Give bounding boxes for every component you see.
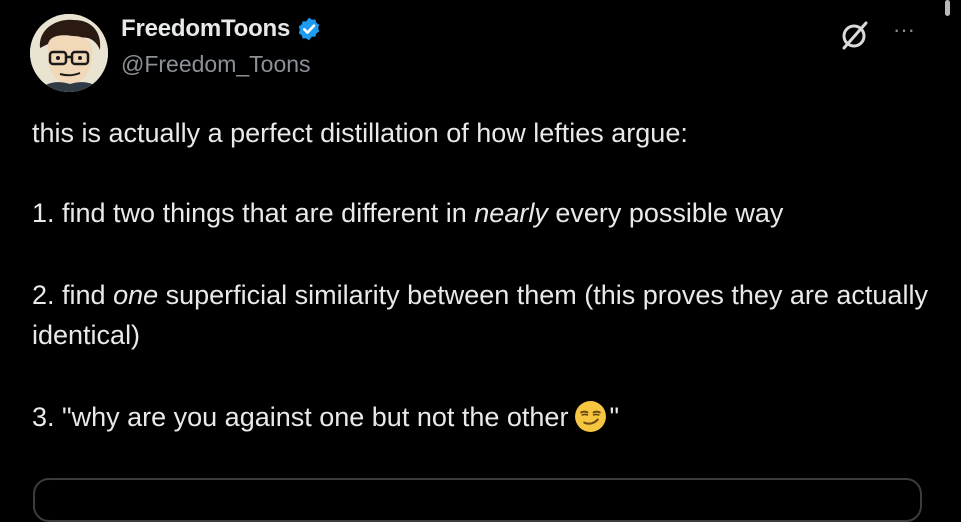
verified-badge-icon[interactable] bbox=[296, 16, 322, 42]
post-item-1-post: every possible way bbox=[547, 198, 784, 228]
post-item-2-emphasis: one bbox=[113, 280, 159, 310]
author-name-row: FreedomToons bbox=[121, 13, 322, 45]
cartoon-face-avatar-icon bbox=[30, 14, 108, 92]
post-card: FreedomToons @Freedom_Toons ··· this is … bbox=[0, 0, 961, 522]
smirking-face-emoji-icon bbox=[574, 400, 607, 433]
author-handle[interactable]: @Freedom_Toons bbox=[121, 51, 311, 78]
more-dots-icon[interactable]: ··· bbox=[893, 18, 915, 42]
author-avatar[interactable] bbox=[30, 14, 108, 92]
author-display-name[interactable]: FreedomToons bbox=[121, 15, 290, 43]
post-item-1-emphasis: nearly bbox=[474, 198, 548, 228]
scrollbar-thumb[interactable] bbox=[945, 0, 950, 16]
post-body: this is actually a perfect distillation … bbox=[32, 113, 937, 437]
post-line-intro: this is actually a perfect distillation … bbox=[32, 118, 688, 148]
post-item-3-pre: 3. "why are you against one but not the … bbox=[32, 402, 569, 432]
post-item-3: 3. "why are you against one but not the … bbox=[32, 397, 937, 437]
quoted-post-card-edge[interactable] bbox=[33, 478, 922, 522]
post-item-1-pre: 1. find two things that are different in bbox=[32, 198, 475, 228]
post-item-3-post: " bbox=[609, 402, 620, 432]
post-item-2-pre: 2. find bbox=[32, 280, 114, 310]
post-item-2: 2. find one superficial similarity betwe… bbox=[32, 275, 937, 355]
post-item-1: 1. find two things that are different in… bbox=[32, 193, 937, 233]
grok-slash-icon[interactable] bbox=[838, 18, 872, 52]
post-item-2-post: superficial similarity between them (thi… bbox=[32, 280, 928, 350]
